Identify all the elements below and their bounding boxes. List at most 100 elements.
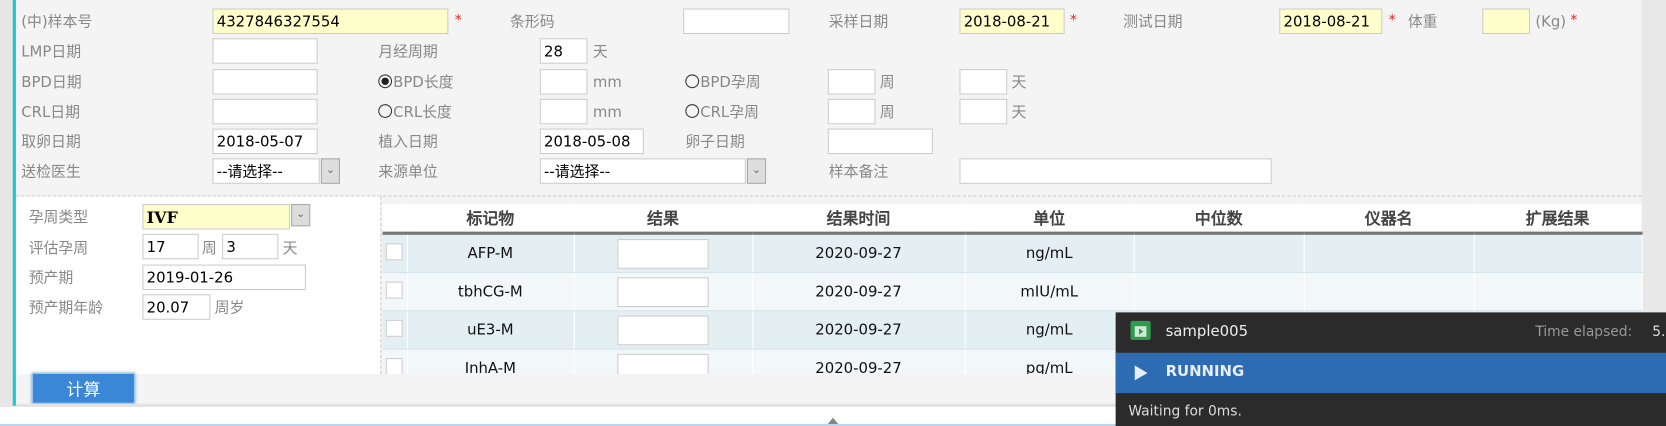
table-header: 标记物 结果 结果时间 单位 中位数 仪器名 扩展结果	[382, 204, 1642, 235]
left-gutter	[0, 0, 13, 426]
column-header[interactable]: 单位	[964, 204, 1134, 235]
median-cell	[1133, 272, 1305, 312]
calculate-button[interactable]: 计算	[31, 372, 135, 404]
barcode-input[interactable]	[683, 8, 790, 34]
crl-ga-label: CRL孕周	[700, 104, 759, 122]
crl-date-input[interactable]	[212, 98, 318, 125]
instrument-cell	[1303, 272, 1475, 312]
median-cell	[1133, 233, 1305, 274]
column-header[interactable]: 结果	[573, 204, 753, 235]
edd-input[interactable]: 2019-01-26	[142, 264, 306, 291]
caret-up-icon[interactable]	[827, 417, 839, 424]
radio-icon[interactable]	[685, 74, 700, 89]
ga-type-select[interactable]: IVF	[142, 204, 291, 230]
bpd-ga-radio[interactable]: BPD孕周	[685, 73, 761, 92]
doctor-select[interactable]: --请选择--	[212, 158, 320, 184]
chevron-down-icon[interactable]: ⌄	[320, 158, 340, 184]
status-bar: RUNNING	[1115, 352, 1666, 394]
bpd-date-input[interactable]	[212, 69, 318, 95]
result-input[interactable]	[617, 238, 709, 269]
edd-age-input[interactable]: 20.07	[142, 294, 211, 320]
row-checkbox[interactable]	[385, 242, 403, 260]
radio-icon[interactable]	[685, 104, 700, 118]
bpd-ga-day-input[interactable]	[959, 69, 1008, 95]
cycle-unit: 天	[592, 43, 608, 61]
ga-type-label: 孕周类型	[28, 209, 89, 227]
result-input[interactable]	[617, 315, 709, 345]
crl-ga-day-input[interactable]	[959, 98, 1008, 125]
edd-label: 预产期	[28, 269, 74, 287]
sample-no-input[interactable]: 4327846327554	[212, 8, 449, 34]
weight-input[interactable]	[1482, 8, 1530, 34]
test-date-input[interactable]: 2018-08-21	[1279, 8, 1383, 34]
bpd-length-unit: mm	[592, 74, 622, 92]
table-row[interactable]: tbhCG-M 2020-09-27 mIU/mL	[382, 272, 1643, 312]
bpd-length-input[interactable]	[539, 69, 588, 95]
retrieval-date-input[interactable]: 2018-05-07	[212, 128, 318, 155]
remark-input[interactable]	[959, 158, 1272, 184]
result-cell	[573, 233, 753, 274]
crl-length-unit: mm	[592, 104, 622, 122]
source-select[interactable]: --请选择--	[539, 158, 746, 184]
column-header[interactable]: 仪器名	[1303, 204, 1474, 235]
bpd-length-radio[interactable]: BPD长度	[378, 73, 454, 92]
radio-icon[interactable]	[378, 104, 393, 118]
bpd-ga-label: BPD孕周	[700, 74, 761, 92]
required-mark: *	[454, 12, 462, 29]
elapsed-label: Time elapsed:	[1535, 324, 1633, 340]
weight-unit: (Kg)	[1535, 13, 1567, 31]
edd-age-label: 预产期年龄	[28, 299, 104, 317]
row-checkbox[interactable]	[385, 357, 403, 375]
crl-length-input[interactable]	[539, 98, 588, 125]
row-checkbox[interactable]	[385, 281, 403, 299]
table-row[interactable]: AFP-M 2020-09-27 ng/mL	[382, 233, 1643, 274]
column-header[interactable]: 标记物	[406, 204, 574, 235]
runner-name: sample005	[1165, 323, 1249, 340]
result-input[interactable]	[617, 276, 709, 307]
row-checkbox-cell	[382, 233, 408, 274]
radio-selected-icon[interactable]	[378, 74, 393, 89]
egg-date-label: 卵子日期	[685, 133, 745, 151]
column-header[interactable]: 扩展结果	[1473, 204, 1642, 235]
sample-entry-page: (中)样本号 4327846327554 * 条形码 采样日期 2018-08-…	[0, 0, 1666, 426]
crl-ga-radio[interactable]: CRL孕周	[685, 103, 759, 122]
cycle-input[interactable]: 28	[539, 38, 588, 64]
transfer-date-input[interactable]: 2018-05-08	[539, 128, 644, 155]
required-mark: *	[1570, 12, 1578, 29]
sampling-date-input[interactable]: 2018-08-21	[959, 8, 1065, 34]
result-cell	[573, 310, 753, 350]
est-ga-week-input[interactable]: 17	[142, 233, 199, 260]
crl-ga-week-input[interactable]	[827, 98, 876, 125]
bpd-date-label: BPD日期	[21, 74, 82, 92]
lmp-date-input[interactable]	[212, 38, 318, 64]
instrument-cell	[1303, 233, 1475, 274]
result-time-cell: 2020-09-27	[752, 310, 966, 350]
chevron-down-icon[interactable]: ⌄	[746, 158, 767, 184]
egg-date-input[interactable]	[827, 128, 933, 155]
crl-length-radio[interactable]: CRL长度	[378, 103, 452, 122]
divider	[380, 196, 382, 374]
play-file-icon	[1130, 320, 1151, 340]
crl-date-label: CRL日期	[21, 104, 81, 122]
weight-label: 体重	[1407, 13, 1438, 31]
play-icon[interactable]	[1134, 365, 1148, 381]
day-unit: 天	[1011, 74, 1027, 92]
sampling-date-label: 采样日期	[828, 13, 889, 31]
unit-cell: ng/mL	[964, 310, 1135, 350]
column-header[interactable]: 中位数	[1133, 204, 1304, 235]
lmp-date-label: LMP日期	[21, 43, 82, 61]
extended-result-cell	[1473, 272, 1643, 312]
unit-cell: mIU/mL	[964, 272, 1135, 312]
est-ga-day-input[interactable]: 3	[222, 233, 279, 260]
bpd-length-label: BPD长度	[393, 74, 454, 92]
column-header[interactable]: 结果时间	[752, 204, 965, 235]
cycle-label: 月经周期	[378, 43, 438, 61]
result-cell	[573, 272, 753, 312]
day-unit: 天	[1011, 104, 1027, 122]
sample-no-label: (中)样本号	[21, 13, 93, 31]
unit-cell: ng/mL	[964, 233, 1135, 274]
retrieval-date-label: 取卵日期	[21, 133, 81, 151]
chevron-down-icon[interactable]: ⌄	[291, 204, 311, 227]
bpd-ga-week-input[interactable]	[827, 69, 876, 95]
row-checkbox[interactable]	[385, 319, 403, 337]
